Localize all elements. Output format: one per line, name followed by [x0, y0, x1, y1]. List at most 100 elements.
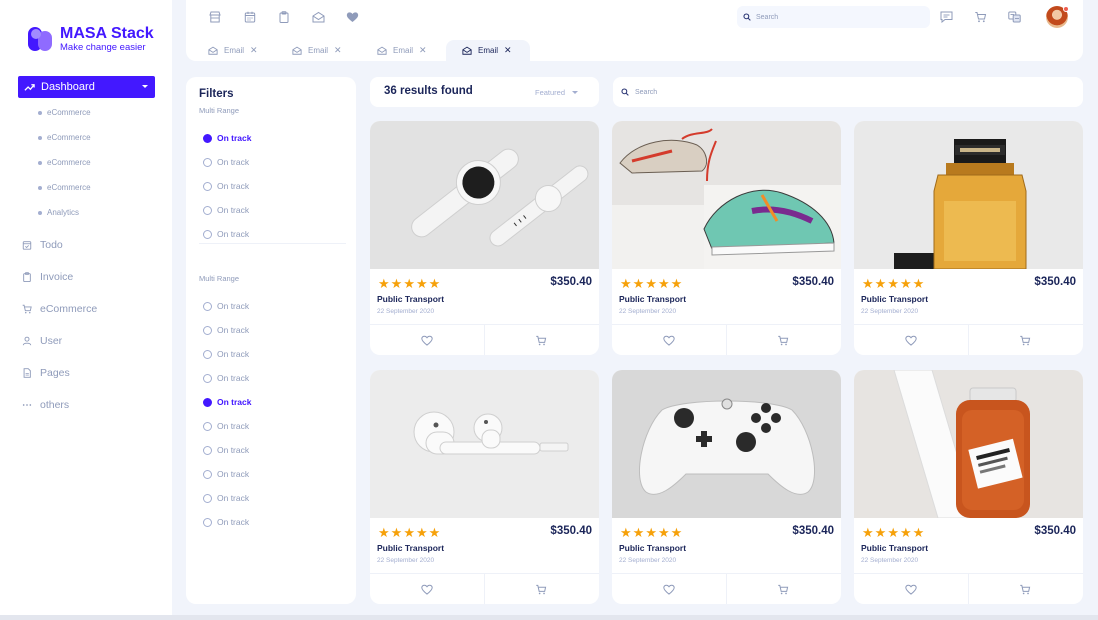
tab-email[interactable]: Email ✕ — [377, 40, 435, 61]
sidebar-item-ecommerce[interactable]: eCommerce — [22, 303, 97, 315]
filter-option[interactable]: On track — [203, 205, 249, 215]
radio-button[interactable] — [203, 181, 212, 191]
top-search-input[interactable]: Search — [737, 6, 930, 28]
filter-option[interactable]: On track — [203, 517, 249, 527]
star-icon: ★ — [620, 525, 632, 540]
close-icon[interactable]: ✕ — [419, 45, 427, 56]
clipboard-icon[interactable] — [278, 11, 290, 23]
filter-option[interactable]: On track — [203, 493, 249, 503]
filter-option[interactable]: On track — [203, 325, 249, 335]
heart-icon[interactable] — [346, 11, 359, 23]
filter-option-label: On track — [217, 493, 250, 503]
sidebar-item-pages[interactable]: Pages — [22, 367, 70, 379]
sidebar-item-user[interactable]: User — [22, 335, 62, 347]
radio-button[interactable] — [203, 397, 212, 407]
calendar-icon[interactable] — [244, 11, 256, 23]
filter-option[interactable]: On track — [203, 397, 252, 407]
product-image-smartwatch[interactable] — [370, 121, 599, 269]
sidebar-subitem-label: Analytics — [47, 208, 80, 217]
product-image-sneakers[interactable] — [612, 121, 841, 269]
sidebar-item-others[interactable]: others — [22, 399, 69, 411]
tab-email-active[interactable]: Email ✕ — [446, 40, 530, 61]
tab-email[interactable]: Email ✕ — [208, 40, 266, 61]
product-card[interactable]: ★ ★ ★ ★ ★ $350.40 Public Transport 22 Septem… — [854, 370, 1083, 604]
chat-icon[interactable] — [940, 11, 953, 23]
translate-icon[interactable] — [1008, 11, 1021, 23]
product-search-input[interactable]: Search — [613, 77, 1083, 107]
radio-button[interactable] — [203, 469, 212, 479]
sidebar-subitem-analytics[interactable]: Analytics — [38, 208, 79, 217]
product-image-body-oil-bottle[interactable] — [854, 370, 1083, 518]
product-card[interactable]: ★ ★ ★ ★ ★ $350.40 Public Transport 22 Septem… — [854, 121, 1083, 355]
add-to-cart-icon[interactable] — [777, 584, 789, 595]
sidebar-item-todo[interactable]: Todo — [22, 239, 63, 251]
product-image-perfume-bottle[interactable] — [854, 121, 1083, 269]
filter-option[interactable]: On track — [203, 133, 252, 143]
sidebar-subitem-ecommerce[interactable]: eCommerce — [38, 108, 91, 117]
product-card[interactable]: ★ ★ ★ ★ ★ $350.40 Public Transport 22 Septem… — [370, 121, 599, 355]
add-to-cart-icon[interactable] — [1019, 584, 1031, 595]
product-image-earbuds[interactable] — [370, 370, 599, 518]
add-to-cart-icon[interactable] — [535, 584, 547, 595]
product-image-game-controller[interactable] — [612, 370, 841, 518]
add-to-cart-icon[interactable] — [777, 335, 789, 346]
filter-option[interactable]: On track — [203, 157, 249, 167]
heart-outline-icon[interactable] — [421, 584, 433, 595]
heart-outline-icon[interactable] — [421, 335, 433, 346]
filter-option[interactable]: On track — [203, 373, 249, 383]
brand-logo[interactable]: MASA Stack Make change easier — [28, 26, 154, 53]
heart-outline-icon[interactable] — [905, 584, 917, 595]
filter-option[interactable]: On track — [203, 421, 249, 431]
radio-button[interactable] — [203, 421, 212, 431]
user-avatar[interactable] — [1046, 6, 1069, 28]
radio-button[interactable] — [203, 349, 212, 359]
heart-outline-icon[interactable] — [663, 584, 675, 595]
radio-button[interactable] — [203, 301, 212, 311]
radio-button[interactable] — [203, 493, 212, 503]
radio-button[interactable] — [203, 517, 212, 527]
close-icon[interactable]: ✕ — [250, 45, 258, 56]
product-title[interactable]: Public Transport — [861, 294, 928, 304]
radio-button[interactable] — [203, 205, 212, 215]
product-title[interactable]: Public Transport — [619, 543, 686, 553]
filter-option[interactable]: On track — [203, 445, 249, 455]
sort-select[interactable]: Featured — [535, 88, 579, 97]
filter-option[interactable]: On track — [203, 301, 249, 311]
sidebar-subitem-ecommerce[interactable]: eCommerce — [38, 158, 91, 167]
add-to-cart-icon[interactable] — [1019, 335, 1031, 346]
sidebar-item-dashboard[interactable]: Dashboard — [18, 76, 155, 98]
sidebar-item-label: Invoice — [40, 271, 74, 283]
sidebar-subitem-ecommerce[interactable]: eCommerce — [38, 183, 91, 192]
product-card[interactable]: ★ ★ ★ ★ ★ $350.40 Public Transport 22 Septem… — [612, 121, 841, 355]
filter-option[interactable]: On track — [203, 349, 249, 359]
sidebar-item-invoice[interactable]: Invoice — [22, 271, 73, 283]
radio-button[interactable] — [203, 325, 212, 335]
heart-outline-icon[interactable] — [905, 335, 917, 346]
storefront-icon[interactable] — [209, 11, 221, 23]
product-title[interactable]: Public Transport — [861, 543, 928, 553]
star-icon: ★ — [645, 525, 657, 540]
product-card[interactable]: ★ ★ ★ ★ ★ $350.40 Public Transport 22 Septem… — [612, 370, 841, 604]
close-icon[interactable]: ✕ — [334, 45, 342, 56]
close-icon[interactable]: ✕ — [504, 45, 512, 56]
mail-icon[interactable] — [312, 11, 325, 23]
add-to-cart-icon[interactable] — [535, 335, 547, 346]
radio-button[interactable] — [203, 157, 212, 167]
filter-option[interactable]: On track — [203, 181, 249, 191]
ellipsis-icon — [22, 404, 32, 406]
cart-icon[interactable] — [974, 11, 987, 23]
radio-button[interactable] — [203, 229, 212, 239]
product-title[interactable]: Public Transport — [619, 294, 686, 304]
radio-button[interactable] — [203, 445, 212, 455]
radio-button[interactable] — [203, 373, 212, 383]
tab-label: Email — [224, 46, 245, 55]
product-title[interactable]: Public Transport — [377, 294, 444, 304]
product-title[interactable]: Public Transport — [377, 543, 444, 553]
filter-option[interactable]: On track — [203, 469, 249, 479]
tab-email[interactable]: Email ✕ — [292, 40, 350, 61]
sidebar-subitem-ecommerce[interactable]: eCommerce — [38, 133, 91, 142]
radio-button[interactable] — [203, 133, 212, 143]
filter-option[interactable]: On track — [203, 229, 249, 239]
heart-outline-icon[interactable] — [663, 335, 675, 346]
product-card[interactable]: ★ ★ ★ ★ ★ $350.40 Public Transport 22 Septem… — [370, 370, 599, 604]
